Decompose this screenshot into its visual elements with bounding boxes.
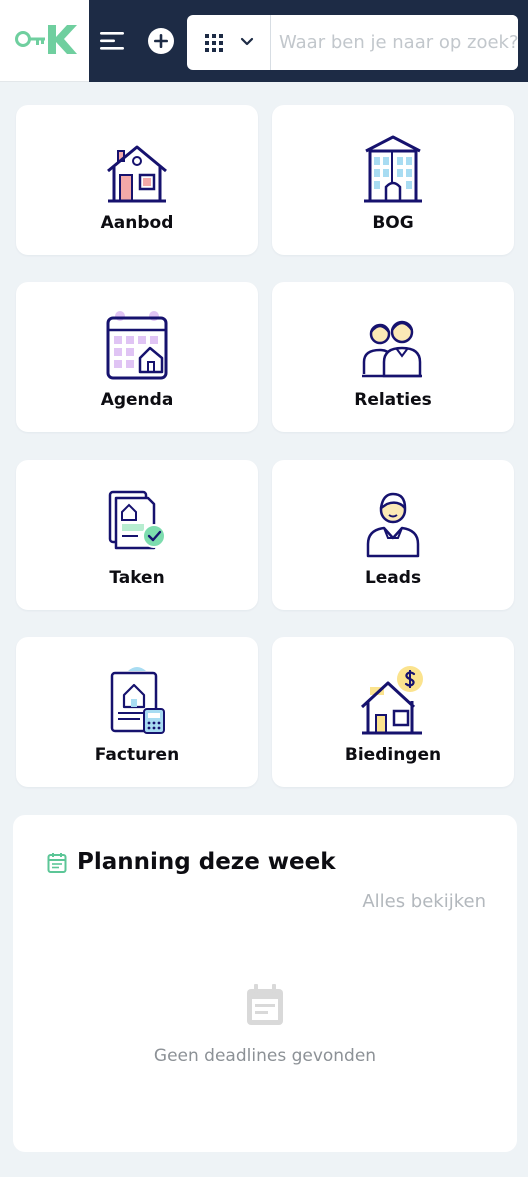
house-icon: [107, 145, 167, 203]
tile-taken[interactable]: Taken: [16, 460, 258, 610]
menu-toggle-button[interactable]: [98, 26, 128, 56]
people-icon: [362, 320, 422, 378]
office-building-icon: [364, 135, 422, 203]
tile-label: Facturen: [94, 745, 180, 765]
tile-label: Taken: [109, 568, 165, 588]
search-type-dropdown[interactable]: [187, 15, 271, 70]
tile-agenda[interactable]: Agenda: [16, 282, 258, 432]
invoice-calculator-icon: [110, 667, 165, 734]
tile-aanbod[interactable]: Aanbod: [16, 105, 258, 255]
task-checklist-icon: [108, 490, 166, 550]
tile-relaties[interactable]: Relaties: [272, 282, 514, 432]
logo-key-icon: [15, 25, 77, 54]
empty-calendar-icon: [247, 984, 283, 1025]
tile-label: Aanbod: [100, 213, 174, 233]
view-all-link[interactable]: Alles bekijken: [362, 891, 486, 912]
empty-state-text: Geen deadlines gevonden: [153, 1046, 377, 1066]
tile-facturen[interactable]: Facturen: [16, 637, 258, 787]
tile-leads[interactable]: Leads: [272, 460, 514, 610]
menu-icon: [100, 32, 124, 50]
tile-bog[interactable]: BOG: [272, 105, 514, 255]
person-icon: [366, 492, 420, 558]
search-bar: [187, 15, 518, 70]
plus-icon: [154, 34, 168, 48]
logo[interactable]: [0, 0, 89, 82]
tile-label: BOG: [372, 213, 414, 233]
planning-card: Planning deze week Alles bekijken Geen d…: [13, 815, 517, 1152]
search-input[interactable]: [272, 15, 518, 70]
planning-title: Planning deze week: [77, 849, 336, 875]
grid-icon: [205, 34, 254, 52]
tile-label: Relaties: [354, 390, 432, 410]
tile-label: Biedingen: [344, 745, 442, 765]
tile-label: Agenda: [100, 390, 174, 410]
tile-label: Leads: [364, 568, 422, 588]
tile-biedingen[interactable]: Biedingen: [272, 637, 514, 787]
calendar-icon: [47, 853, 67, 873]
calendar-house-icon: [106, 311, 168, 380]
top-bar: [0, 0, 528, 82]
add-button[interactable]: [148, 28, 174, 54]
house-dollar-icon: [360, 666, 423, 735]
